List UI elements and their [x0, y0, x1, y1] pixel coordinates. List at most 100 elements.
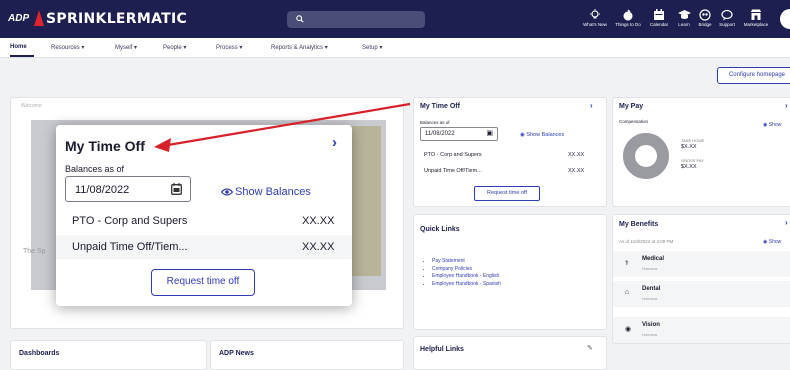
overlay-show-balances[interactable]: Show Balances: [220, 186, 311, 198]
benefit-name: Vision: [642, 322, 660, 328]
eye-icon: [220, 188, 234, 196]
store-icon: [751, 9, 761, 20]
overlay-request-time-off-button[interactable]: Request time off: [151, 269, 255, 296]
overlay-row-value: XX.XX: [302, 215, 335, 227]
welcome-caption: The Sp: [23, 248, 46, 255]
welcome-title: Welcome: [21, 103, 42, 109]
quick-links-card: Quick Links Pay Statement Company Polici…: [413, 214, 607, 330]
quick-link[interactable]: Employee Handbook - Spanish: [432, 281, 501, 289]
quick-links-list: Pay Statement Company Policies Employee …: [432, 258, 501, 288]
overlay-row-name: PTO - Corp and Supers: [72, 215, 188, 227]
take-home-value: $X.XX: [681, 144, 697, 150]
benefit-name: Medical: [642, 256, 665, 262]
adp-logo[interactable]: ADP: [8, 13, 29, 24]
overlay-show-balances-label: Show Balances: [235, 186, 311, 198]
benefit-row[interactable]: ⚕ Medical Humana: [613, 251, 790, 277]
my-benefits-title: My Benefits: [619, 221, 659, 228]
nav-active-indicator: [10, 55, 34, 57]
overlay-balance-row: PTO - Corp and Supers XX.XX: [56, 209, 352, 233]
learn-label: Learn: [678, 22, 690, 27]
gross-pay-label: GROSS PAY: [681, 158, 704, 163]
bridge-label: Bridge: [698, 22, 712, 27]
nav-item-resources-label: Resources: [51, 45, 80, 51]
overlay-balance-row: Unpaid Time Off/Tiem... XX.XX: [56, 235, 352, 259]
benefit-row[interactable]: ⌂ Dental Humana: [613, 281, 790, 307]
time-off-card: My Time Off › Balances as of 11/08/2022 …: [413, 97, 607, 207]
checklist-icon: [623, 9, 633, 21]
time-off-date-field[interactable]: 11/08/2022 ▣: [420, 127, 498, 141]
my-pay-chevron-icon[interactable]: ›: [785, 101, 788, 110]
quick-links-title: Quick Links: [420, 226, 460, 233]
time-off-request-button[interactable]: Request time off: [474, 186, 540, 201]
my-benefits-chevron-icon[interactable]: ›: [785, 218, 788, 227]
time-off-show-balances[interactable]: ◉ Show Balances: [520, 132, 564, 138]
nav-item-reports-label: Reports & Analytics: [271, 45, 324, 51]
benefit-row[interactable]: ◉ Vision Humana: [613, 317, 790, 343]
time-off-row-name: PTO - Corp and Supers: [424, 152, 482, 158]
benefit-status: Humana: [642, 296, 658, 301]
nav-item-people[interactable]: People ▾: [163, 44, 186, 51]
adp-news-card: ADP News: [210, 340, 404, 370]
nav-item-reports-analytics[interactable]: Reports & Analytics ▾: [271, 44, 328, 51]
whats-new-label: What's New: [583, 22, 607, 27]
search-icon: [296, 15, 304, 23]
things-to-do-label: Things to Do: [615, 22, 641, 27]
top-bar: ADP SPRINKLERMATIC What's New Things to …: [0, 0, 790, 38]
benefit-status: Humana: [642, 266, 658, 271]
graduation-cap-icon: [677, 10, 691, 19]
brand-name[interactable]: SPRINKLERMATIC: [46, 11, 187, 27]
support-label: Support: [719, 22, 735, 27]
search-input[interactable]: [287, 11, 425, 28]
benefits-show[interactable]: ◉ Show: [763, 239, 781, 245]
overlay-balances-label: Balances as of: [65, 164, 125, 174]
time-off-chevron-icon[interactable]: ›: [590, 101, 593, 110]
eye-icon: ◉: [625, 326, 632, 333]
nav-item-process-label: Process: [216, 45, 238, 51]
edit-pencil-icon[interactable]: ✎: [587, 344, 593, 352]
main-nav: Home Resources ▾ Myself ▾ People ▾ Proce…: [0, 38, 790, 58]
gross-pay-value: $X.XX: [681, 164, 697, 170]
quick-link[interactable]: Pay Statement: [432, 258, 501, 266]
my-pay-show[interactable]: ◉ Show: [763, 122, 781, 128]
nav-item-myself[interactable]: Myself ▾: [115, 44, 137, 51]
overlay-chevron-icon[interactable]: ›: [332, 134, 337, 151]
time-off-row-value: XX.XX: [568, 168, 585, 174]
nav-item-myself-label: Myself: [115, 45, 133, 51]
nav-item-setup-label: Setup: [362, 45, 378, 51]
learn-button[interactable]: Learn: [675, 9, 693, 37]
time-off-date-value: 11/08/2022: [425, 131, 455, 137]
dashboards-title: Dashboards: [19, 350, 60, 357]
time-off-show-balances-label: Show Balances: [526, 132, 565, 138]
calendar-icon: [654, 9, 664, 20]
calendar-icon: ▣: [486, 130, 493, 137]
my-pay-show-label: Show: [768, 122, 782, 128]
whats-new-button[interactable]: What's New: [581, 9, 609, 37]
helpful-links-card: Helpful Links ✎: [413, 336, 607, 370]
adp-news-title: ADP News: [219, 350, 254, 357]
things-to-do-button[interactable]: Things to Do: [613, 9, 643, 37]
calendar-button[interactable]: Calendar: [647, 9, 671, 37]
marketplace-button[interactable]: Marketplace: [741, 9, 771, 37]
benefits-show-label: Show: [768, 239, 782, 245]
overlay-date-value: 11/08/2022: [75, 184, 130, 196]
support-button[interactable]: Support: [716, 9, 738, 37]
my-pay-card: My Pay › Compensation ◉ Show TAKE HOME $…: [612, 97, 790, 207]
people-icon: [699, 9, 711, 21]
dashboards-card: Dashboards: [10, 340, 207, 370]
nav-item-process[interactable]: Process ▾: [216, 44, 242, 51]
quick-link[interactable]: Employee Handbook - English: [432, 273, 501, 281]
bridge-button[interactable]: Bridge: [696, 9, 714, 37]
nav-item-home[interactable]: Home: [10, 44, 27, 50]
quick-link[interactable]: Company Policies: [432, 266, 501, 274]
time-off-zoom-overlay: My Time Off › Balances as of 11/08/2022 …: [56, 125, 352, 306]
compensation-label: Compensation: [619, 119, 649, 124]
avatar[interactable]: [780, 9, 790, 29]
overlay-date-field[interactable]: 11/08/2022: [65, 176, 191, 202]
nav-item-setup[interactable]: Setup ▾: [362, 44, 382, 51]
nav-item-resources[interactable]: Resources ▾: [51, 44, 84, 51]
time-off-balances-label: Balances as of: [420, 120, 450, 125]
pay-donut-chart: [623, 133, 669, 179]
marketplace-label: Marketplace: [743, 22, 769, 27]
configure-homepage-button[interactable]: Configure homepage: [717, 67, 790, 84]
nav-item-people-label: People: [163, 45, 182, 51]
